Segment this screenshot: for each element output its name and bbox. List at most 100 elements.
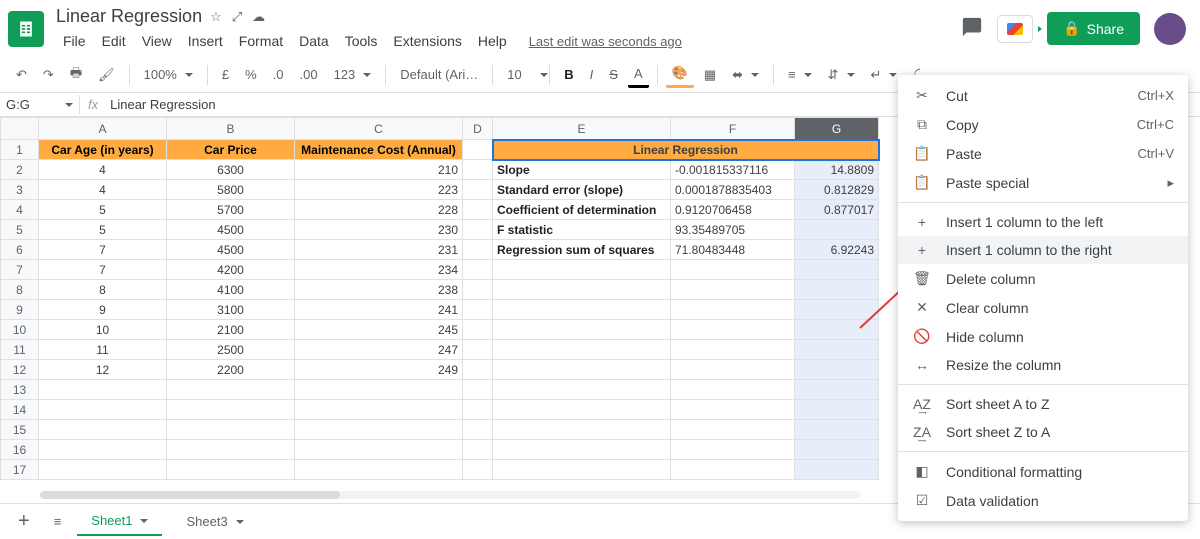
ctx-insert-left[interactable]: +Insert 1 column to the left <box>898 208 1188 236</box>
header-cell[interactable]: Car Price <box>167 140 295 160</box>
cell[interactable]: 231 <box>295 240 463 260</box>
currency-button[interactable]: £ <box>216 63 235 86</box>
cell[interactable] <box>493 420 671 440</box>
sheet-tab[interactable]: Sheet3 <box>172 506 257 537</box>
cell[interactable] <box>463 280 493 300</box>
row-header[interactable]: 11 <box>1 340 39 360</box>
cell[interactable]: 245 <box>295 320 463 340</box>
row-header[interactable]: 2 <box>1 160 39 180</box>
cell[interactable] <box>463 420 493 440</box>
cell[interactable] <box>795 220 879 240</box>
cell[interactable] <box>671 280 795 300</box>
row-header[interactable]: 5 <box>1 220 39 240</box>
cell[interactable]: 0.812829 <box>795 180 879 200</box>
cell[interactable]: 4 <box>39 160 167 180</box>
cell[interactable]: 210 <box>295 160 463 180</box>
cell[interactable] <box>39 420 167 440</box>
cell[interactable] <box>671 340 795 360</box>
header-cell[interactable]: Maintenance Cost (Annual) <box>295 140 463 160</box>
cell[interactable] <box>463 200 493 220</box>
row-header[interactable]: 16 <box>1 440 39 460</box>
col-header-F[interactable]: F <box>671 118 795 140</box>
fill-color-button[interactable]: 🎨 <box>666 61 694 88</box>
cell[interactable]: 241 <box>295 300 463 320</box>
percent-button[interactable]: % <box>239 63 263 86</box>
cell[interactable]: 4 <box>39 180 167 200</box>
cell[interactable] <box>463 440 493 460</box>
meet-button[interactable] <box>997 15 1033 43</box>
col-header-A[interactable]: A <box>39 118 167 140</box>
cell[interactable] <box>671 320 795 340</box>
undo-icon[interactable]: ↶ <box>10 63 33 87</box>
ctx-insert-right[interactable]: +Insert 1 column to the right <box>898 236 1188 264</box>
cell[interactable]: F statistic <box>493 220 671 240</box>
cell[interactable]: 9 <box>39 300 167 320</box>
row-header[interactable]: 14 <box>1 400 39 420</box>
vertical-align-button[interactable]: ⇵ <box>822 63 861 87</box>
cell[interactable]: 6.92243 <box>795 240 879 260</box>
cell[interactable] <box>463 220 493 240</box>
increase-decimal-button[interactable]: .00 <box>294 63 324 86</box>
cell[interactable] <box>463 400 493 420</box>
ctx-delete-column[interactable]: 🗑Delete column <box>898 264 1188 293</box>
zoom-select[interactable]: 100% <box>138 63 199 86</box>
comments-icon[interactable] <box>961 16 983 41</box>
col-header-G[interactable]: G <box>795 118 879 140</box>
cell[interactable] <box>463 140 493 160</box>
italic-button[interactable]: I <box>584 63 600 86</box>
cell[interactable] <box>493 300 671 320</box>
cell[interactable]: 5 <box>39 220 167 240</box>
cell[interactable]: 5 <box>39 200 167 220</box>
ctx-copy[interactable]: ⧉CopyCtrl+C <box>898 110 1188 139</box>
cell[interactable]: Coefficient of determination <box>493 200 671 220</box>
col-header-E[interactable]: E <box>493 118 671 140</box>
ctx-hide-column[interactable]: 🚫Hide column <box>898 322 1188 351</box>
ctx-conditional-formatting[interactable]: ◧Conditional formatting <box>898 457 1188 486</box>
cell[interactable] <box>463 260 493 280</box>
cell[interactable]: 0.9120706458 <box>671 200 795 220</box>
sheets-logo[interactable] <box>8 11 44 47</box>
cell[interactable]: 249 <box>295 360 463 380</box>
cell[interactable] <box>463 340 493 360</box>
cell[interactable]: 6300 <box>167 160 295 180</box>
cell[interactable] <box>167 440 295 460</box>
cell[interactable] <box>493 320 671 340</box>
cell[interactable] <box>795 380 879 400</box>
cell[interactable]: 238 <box>295 280 463 300</box>
cell[interactable] <box>795 340 879 360</box>
cell[interactable] <box>463 320 493 340</box>
row-header[interactable]: 1 <box>1 140 39 160</box>
cell[interactable] <box>493 340 671 360</box>
ctx-paste[interactable]: 📋PasteCtrl+V <box>898 139 1188 168</box>
cell[interactable] <box>295 400 463 420</box>
cell[interactable]: 7 <box>39 260 167 280</box>
cell[interactable]: 71.80483448 <box>671 240 795 260</box>
text-color-button[interactable]: A <box>628 62 649 88</box>
font-select[interactable]: Default (Ari… <box>394 63 484 86</box>
add-sheet-button[interactable]: + <box>10 506 38 537</box>
cell[interactable] <box>463 360 493 380</box>
select-all-corner[interactable] <box>1 118 39 140</box>
star-icon[interactable]: ☆ <box>210 9 222 25</box>
cell[interactable]: 223 <box>295 180 463 200</box>
ctx-data-validation[interactable]: ☑Data validation <box>898 486 1188 515</box>
cell[interactable]: 234 <box>295 260 463 280</box>
col-header-C[interactable]: C <box>295 118 463 140</box>
cell[interactable]: 14.8809 <box>795 160 879 180</box>
cell[interactable] <box>167 460 295 480</box>
cell[interactable] <box>493 400 671 420</box>
row-header[interactable]: 12 <box>1 360 39 380</box>
borders-button[interactable]: ▦ <box>698 63 722 87</box>
print-icon[interactable]: 🖶 <box>64 60 88 90</box>
cell[interactable] <box>795 360 879 380</box>
cell[interactable]: 8 <box>39 280 167 300</box>
cell[interactable] <box>493 280 671 300</box>
ctx-paste-special[interactable]: 📋Paste special▸ <box>898 168 1188 197</box>
cell[interactable] <box>671 460 795 480</box>
cell[interactable]: Standard error (slope) <box>493 180 671 200</box>
cell[interactable]: 10 <box>39 320 167 340</box>
number-format-button[interactable]: 123 <box>328 63 378 86</box>
avatar[interactable] <box>1154 13 1186 45</box>
row-header[interactable]: 3 <box>1 180 39 200</box>
menu-format[interactable]: Format <box>232 31 290 51</box>
